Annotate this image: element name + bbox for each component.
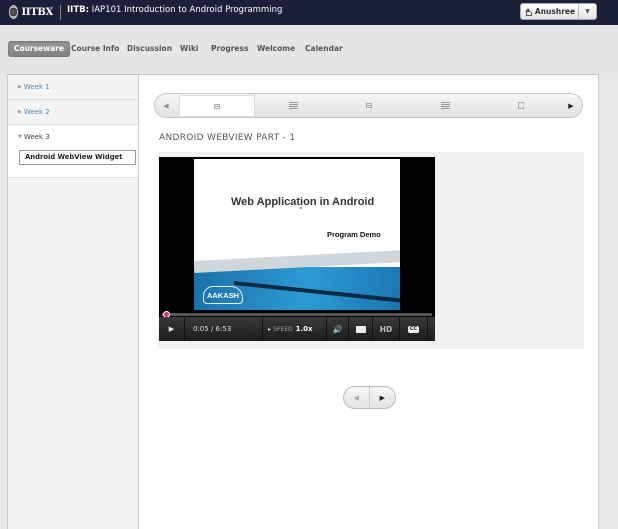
captions-icon: CC xyxy=(408,325,419,333)
play-icon: ▶ xyxy=(168,325,175,333)
tab-wiki[interactable]: Wiki xyxy=(180,41,198,57)
video-player[interactable]: Web Application in Android Program Demo … xyxy=(159,157,435,341)
sequence-tab-5[interactable] xyxy=(483,95,559,116)
sequence-prev-button[interactable]: ◀ xyxy=(155,94,177,117)
bottom-sequence-pager: ◀ ▶ xyxy=(343,386,396,409)
arrow-right-icon: ▶ xyxy=(568,101,574,110)
tab-courseware[interactable]: Courseware xyxy=(8,41,71,57)
home-icon xyxy=(524,7,532,16)
sidebar-item-week-1[interactable]: ▶ Week 1 xyxy=(8,75,138,100)
course-title: IITB: IAP101 Introduction to Android Pro… xyxy=(67,5,282,15)
course-name: IAP101 Introduction to Android Programmi… xyxy=(91,5,283,15)
chevron-down-icon: ▼ xyxy=(585,8,590,15)
video-controls: ▶ 0:05 / 6:53 ▸ SPEED 1.0x 🔊 HD CC xyxy=(159,317,435,341)
tab-calendar[interactable]: Calendar xyxy=(305,41,343,57)
week-label: Week 1 xyxy=(23,83,50,91)
speed-value: 1.0x xyxy=(295,325,313,333)
iitb-seal-icon xyxy=(9,5,19,19)
tab-welcome[interactable]: Welcome xyxy=(257,41,295,57)
fullscreen-button[interactable] xyxy=(349,317,373,341)
iitbx-logo[interactable]: IITBX xyxy=(9,3,53,21)
header-divider xyxy=(60,5,61,20)
video-time: 0:05 / 6:53 xyxy=(185,317,263,341)
chevron-right-icon: ▶ xyxy=(18,109,22,115)
bottom-prev-button[interactable]: ◀ xyxy=(344,387,370,408)
unit-title: ANDROID WEBVIEW PART - 1 xyxy=(159,133,296,143)
video-frame[interactable]: Web Application in Android Program Demo … xyxy=(194,159,400,310)
slide-subtitle: Program Demo xyxy=(327,230,381,239)
week-label: Week 2 xyxy=(23,108,50,116)
mouse-cursor-mark xyxy=(300,207,302,209)
speed-label: SPEED xyxy=(273,325,293,333)
tab-discussion[interactable]: Discussion xyxy=(127,41,172,57)
courseware-container: ▶ Week 1 ▶ Week 2 ▼ Week 3 Android WebView … xyxy=(7,74,599,529)
tab-progress[interactable]: Progress xyxy=(211,41,248,57)
problem-icon xyxy=(440,102,450,109)
course-code: IITB: xyxy=(67,5,90,15)
video-module: Web Application in Android Program Demo … xyxy=(158,152,584,349)
sequence-nav: ◀ ▶ xyxy=(154,93,583,118)
arrow-right-icon: ▶ xyxy=(379,393,385,402)
chevron-right-icon: ▶ xyxy=(18,84,22,90)
tab-course-info[interactable]: Course Info xyxy=(71,41,119,57)
sequence-tab-2[interactable] xyxy=(255,95,331,116)
captions-button[interactable]: CC xyxy=(400,317,428,341)
sequence-tab-4[interactable] xyxy=(407,95,483,116)
user-name: Anushree xyxy=(534,7,576,16)
arrow-left-icon: ◀ xyxy=(353,393,359,402)
problem-icon xyxy=(288,102,298,109)
hd-button[interactable]: HD xyxy=(373,317,400,341)
play-button[interactable]: ▶ xyxy=(159,317,185,341)
speaker-icon: 🔊 xyxy=(332,324,343,334)
user-dropdown-toggle[interactable]: ▼ xyxy=(579,8,596,15)
logo-text: IITBX xyxy=(21,6,53,18)
course-nav: Courseware Course Info Discussion Wiki P… xyxy=(0,25,618,75)
volume-button[interactable]: 🔊 xyxy=(327,317,349,341)
fullscreen-icon xyxy=(355,325,366,333)
chevron-down-icon: ▼ xyxy=(18,134,22,140)
sequence-tab-1[interactable] xyxy=(179,95,255,116)
user-dashboard-button[interactable]: Anushree xyxy=(521,4,579,19)
arrow-left-icon: ◀ xyxy=(163,101,169,110)
video-icon xyxy=(366,103,372,108)
course-sidebar: ▶ Week 1 ▶ Week 2 ▼ Week 3 Android WebView … xyxy=(8,75,139,529)
bottom-next-button[interactable]: ▶ xyxy=(370,387,395,408)
document-icon xyxy=(518,102,524,109)
aakash-logo: AAKASH xyxy=(203,286,243,304)
sequence-next-button[interactable]: ▶ xyxy=(560,94,582,117)
slide-banner: AAKASH xyxy=(194,267,400,310)
top-header: IITBX IITB: IAP101 Introduction to Andro… xyxy=(0,0,618,25)
speed-control[interactable]: ▸ SPEED 1.0x xyxy=(263,317,327,341)
sidebar-subsection-android-webview-widget[interactable]: Android WebView Widget xyxy=(19,150,136,165)
slide-title: Web Application in Android xyxy=(231,196,375,208)
video-icon xyxy=(214,103,220,109)
chevron-right-icon: ▸ xyxy=(268,325,272,333)
video-progress-bar[interactable] xyxy=(162,313,432,316)
week-label: Week 3 xyxy=(23,133,50,141)
sidebar-item-week-2[interactable]: ▶ Week 2 xyxy=(8,100,138,125)
user-menu[interactable]: Anushree ▼ xyxy=(520,3,597,20)
sequence-tab-3[interactable] xyxy=(331,95,407,116)
